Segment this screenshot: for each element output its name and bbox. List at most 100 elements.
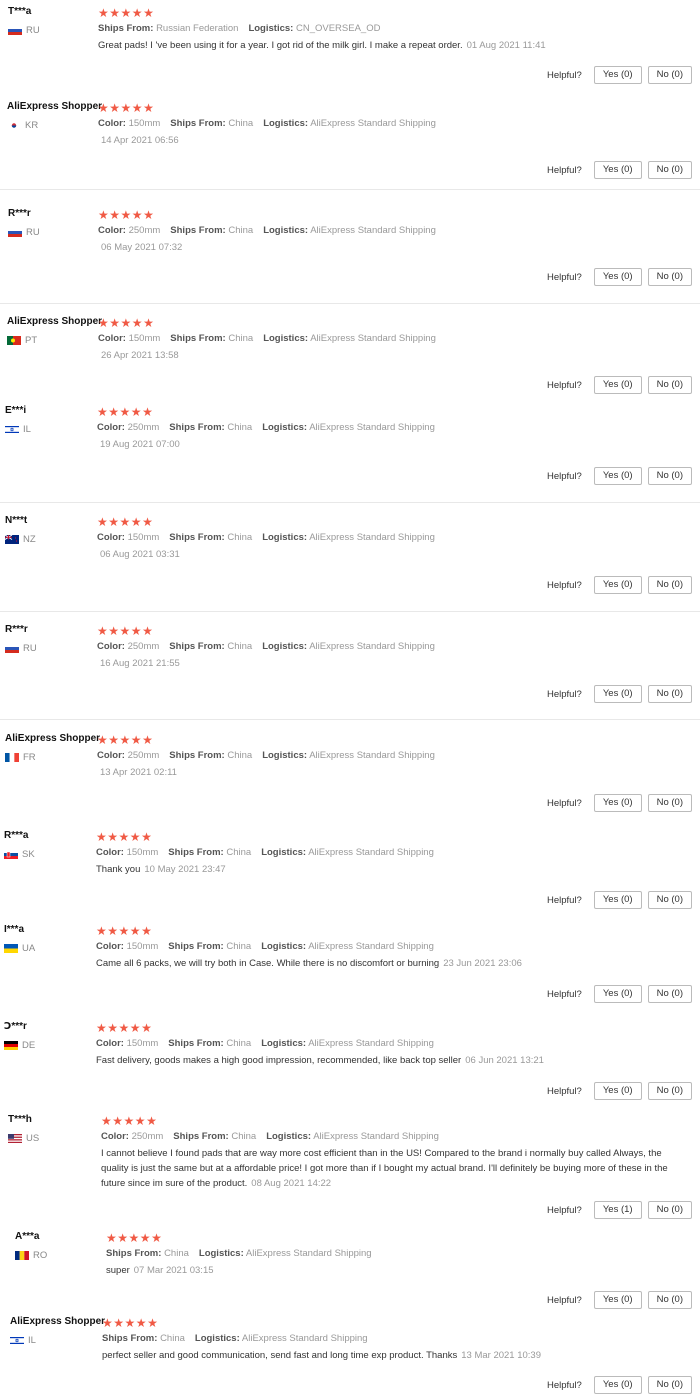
color-label: Color: [96, 1038, 124, 1049]
helpful-label: Helpful? [546, 1379, 582, 1391]
helpful-yes-button[interactable]: Yes (0) [593, 467, 642, 485]
star-icon: ★ [98, 101, 110, 115]
helpful-yes-button[interactable]: Yes (0) [593, 985, 642, 1003]
helpful-yes-button[interactable]: Yes (0) [593, 1291, 642, 1309]
helpful-no-button[interactable]: No (0) [647, 1201, 692, 1219]
helpful-no-button[interactable]: No (0) [647, 161, 692, 179]
star-icon: ★ [142, 405, 154, 419]
country-code: KR [25, 120, 39, 131]
helpful-row: Helpful? Yes (0) No (0) [547, 794, 692, 812]
logistics-value: AliExpress Standard Shipping [310, 118, 436, 129]
review-date: 08 Aug 2021 14:22 [251, 1178, 332, 1189]
star-icon: ★ [98, 6, 110, 20]
star-icon: ★ [129, 830, 142, 844]
star-icon: ★ [102, 1316, 114, 1330]
logistics-label: Logistics: [262, 422, 308, 433]
reviewer-name: E***i [5, 405, 27, 416]
logistics-label: Logistics: [261, 1038, 307, 1049]
helpful-row: Helpful? Yes (0) No (0) [547, 1291, 692, 1309]
logistics-value: AliExpress Standard Shipping [309, 422, 435, 433]
reviewer-country: UA [4, 943, 35, 954]
star-icon: ★ [130, 624, 143, 638]
flag-icon [8, 228, 22, 237]
review-info: Color: 250mm Ships From: China Logistics: … [97, 422, 445, 433]
reviewer-country: RU [8, 227, 40, 238]
helpful-yes-button[interactable]: Yes (0) [593, 685, 642, 703]
helpful-no-button[interactable]: No (0) [647, 891, 692, 909]
ships-from-label: Ships From: [168, 1038, 224, 1049]
logistics-label: Logistics: [263, 333, 309, 344]
helpful-yes-button[interactable]: Yes (0) [593, 1376, 642, 1394]
helpful-label: Helpful? [546, 164, 582, 176]
helpful-no-button[interactable]: No (0) [647, 268, 692, 286]
review-item: T***a RU ★★★★★ Ships From: Russian Federati… [0, 0, 700, 88]
helpful-yes-button[interactable]: Yes (0) [593, 1082, 642, 1100]
star-icon: ★ [131, 101, 144, 115]
reviewer-country: RO [15, 1250, 47, 1261]
star-icon: ★ [96, 924, 108, 938]
review-body: Fast delivery, goods makes a high good i… [96, 1055, 462, 1066]
star-icon: ★ [108, 733, 120, 747]
helpful-yes-button[interactable]: Yes (0) [593, 576, 642, 594]
helpful-no-button[interactable]: No (0) [647, 66, 692, 84]
ships-from-label: Ships From: [169, 750, 225, 761]
helpful-yes-button[interactable]: Yes (0) [593, 161, 642, 179]
country-code: SK [22, 849, 35, 860]
star-icon: ★ [109, 316, 121, 330]
helpful-row: Helpful? Yes (0) No (0) [547, 576, 692, 594]
star-icon: ★ [139, 1231, 152, 1245]
helpful-no-button[interactable]: No (0) [647, 376, 692, 394]
reviewer-name: AliExpress Shopper [5, 733, 101, 744]
helpful-no-button[interactable]: No (0) [647, 1291, 692, 1309]
helpful-no-button[interactable]: No (0) [647, 576, 692, 594]
ships-from-value: China [164, 1248, 189, 1259]
country-code: US [26, 1133, 40, 1144]
star-icon: ★ [101, 1114, 113, 1128]
review-item: AliExpress Shopper PT ★★★★★ Color: 150mm Shi… [0, 310, 700, 394]
helpful-yes-button[interactable]: Yes (0) [593, 794, 642, 812]
helpful-yes-button[interactable]: Yes (1) [593, 1201, 642, 1219]
reviewer-name: A***a [15, 1231, 40, 1242]
helpful-yes-button[interactable]: Yes (0) [593, 891, 642, 909]
logistics-value: AliExpress Standard Shipping [309, 750, 435, 761]
ships-from-label: Ships From: [98, 23, 154, 34]
review-item: Ↄ***r DE ★★★★★ Color: 150mm Ships From: Chin… [0, 1015, 700, 1105]
helpful-row: Helpful? Yes (0) No (0) [547, 1376, 692, 1394]
review-info: Ships From: China Logistics: AliExpress S… [102, 1333, 378, 1344]
ships-from-label: Ships From: [169, 532, 225, 543]
helpful-no-button[interactable]: No (0) [647, 985, 692, 1003]
helpful-yes-button[interactable]: Yes (0) [593, 66, 642, 84]
review-info: Ships From: Russian Federation Logistics:… [98, 23, 390, 34]
helpful-no-button[interactable]: No (0) [647, 1082, 692, 1100]
country-code: RU [26, 25, 40, 36]
star-rating: ★★★★★ [96, 831, 152, 843]
ships-from-value: China [226, 847, 252, 858]
flag-icon [4, 944, 18, 953]
review-date: 06 May 2021 07:32 [101, 242, 183, 253]
logistics-label: Logistics: [198, 1248, 244, 1259]
review-date: 01 Aug 2021 11:41 [466, 40, 546, 51]
reviewer-name: R***a [4, 830, 29, 841]
star-icon: ★ [123, 1114, 135, 1128]
helpful-yes-button[interactable]: Yes (0) [593, 268, 642, 286]
ships-from-value: Russian Federation [156, 23, 239, 34]
color-label: Color: [97, 532, 125, 543]
helpful-no-button[interactable]: No (0) [647, 685, 692, 703]
review-text: Came all 6 packs, we will try both in Ca… [96, 956, 686, 971]
ships-from-value: China [227, 532, 253, 543]
ships-from-label: Ships From: [106, 1248, 162, 1259]
star-icon: ★ [130, 733, 143, 747]
color-value: 150mm [128, 333, 161, 344]
star-icon: ★ [117, 1231, 129, 1245]
helpful-no-button[interactable]: No (0) [647, 1376, 692, 1394]
review-body: Great pads! I 've been using it for a ye… [98, 40, 463, 51]
ships-from-value: China [226, 941, 252, 952]
reviewer-name: T***a [8, 6, 32, 17]
star-icon: ★ [118, 830, 130, 844]
star-icon: ★ [147, 1316, 159, 1330]
star-icon: ★ [107, 830, 119, 844]
helpful-no-button[interactable]: No (0) [647, 794, 692, 812]
helpful-yes-button[interactable]: Yes (0) [593, 376, 642, 394]
helpful-no-button[interactable]: No (0) [647, 467, 692, 485]
reviewer-name: R***r [5, 624, 28, 635]
